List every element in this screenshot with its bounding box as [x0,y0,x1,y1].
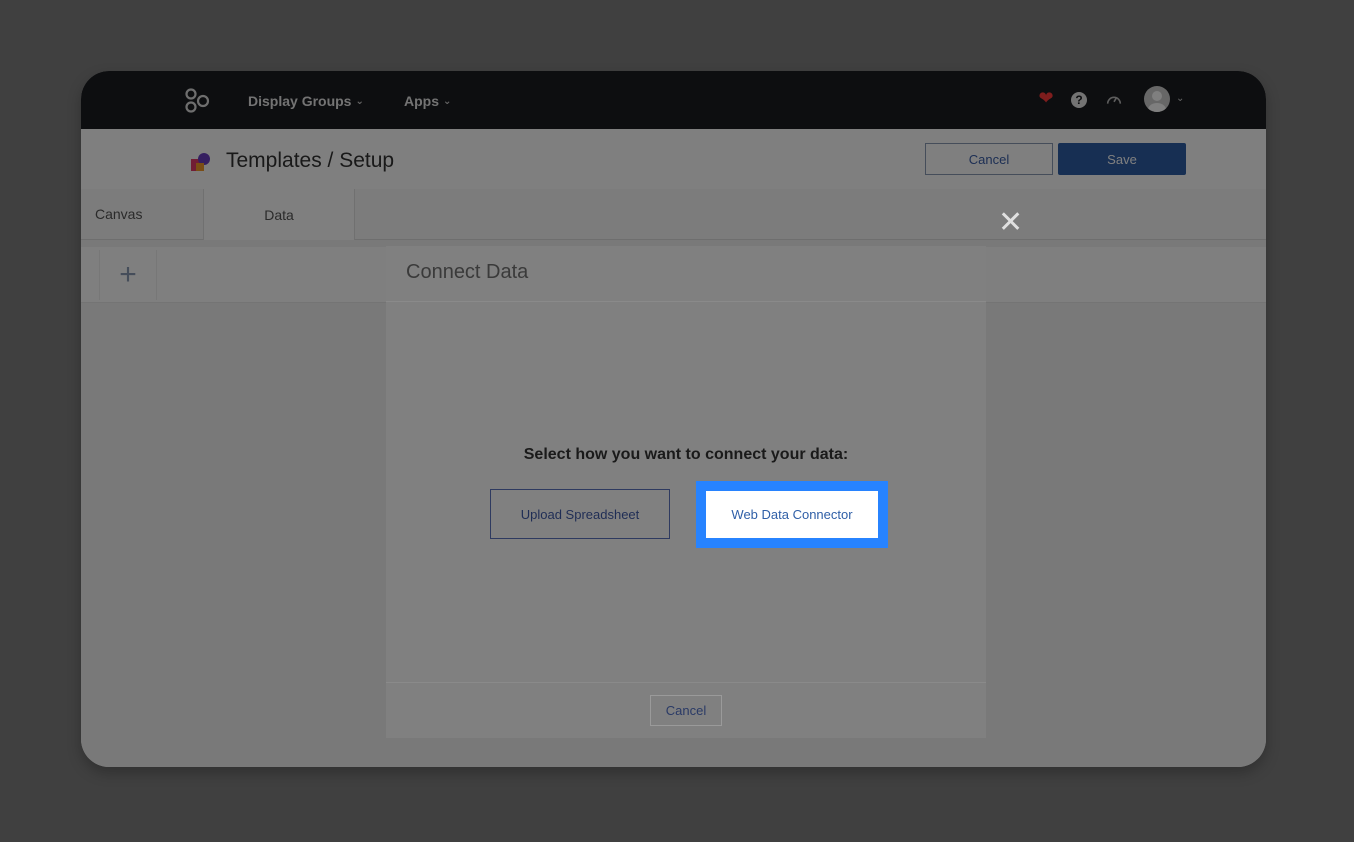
web-data-connector-button[interactable]: Web Data Connector [706,491,878,538]
connect-data-dialog: Connect Data Select how you want to conn… [386,246,986,738]
upload-spreadsheet-button[interactable]: Upload Spreadsheet [490,489,670,539]
close-icon[interactable]: ✕ [998,208,1023,238]
dialog-footer: Cancel [386,682,986,739]
dialog-title: Connect Data [406,261,529,283]
dialog-prompt: Select how you want to connect your data… [523,446,849,463]
dialog-header: Connect Data [386,246,986,302]
dialog-cancel-button[interactable]: Cancel [650,695,722,726]
